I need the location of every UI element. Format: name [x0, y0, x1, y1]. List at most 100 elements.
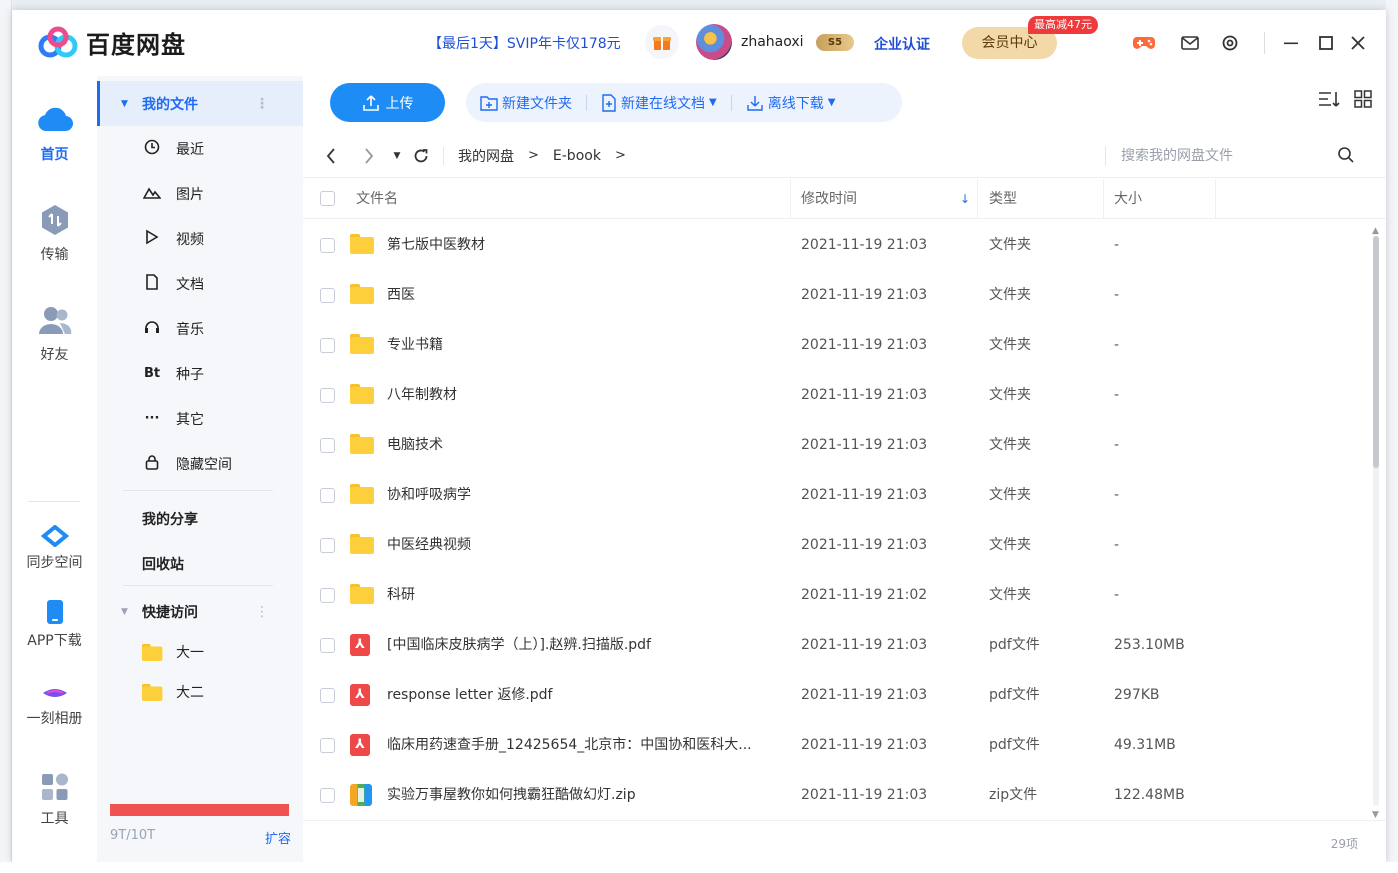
table-row[interactable]: ⅄ 临床用药速查手册_12425654_北京市：中国协和医科大... 2021-11…	[303, 720, 1368, 770]
caret-down-icon[interactable]: ▼	[121, 99, 128, 109]
settings-button[interactable]	[1218, 31, 1242, 55]
sort-desc-arrow-icon[interactable]: ↓	[960, 179, 970, 219]
more-vertical-icon[interactable]: ⋮	[255, 96, 269, 112]
gift-button[interactable]	[645, 25, 679, 59]
nav-item-app-download[interactable]: APP下载	[12, 598, 97, 650]
nav-item-home[interactable]: 首页	[12, 102, 97, 164]
nav-item-sync-space[interactable]: 同步空间	[12, 524, 97, 572]
sidebar-item-videos[interactable]: 视频	[97, 216, 303, 261]
back-button[interactable]	[321, 146, 341, 166]
sidebar-item-hidden-space[interactable]: 隐藏空间	[97, 441, 303, 486]
sidebar-item-recent[interactable]: 最近	[97, 126, 303, 171]
table-row[interactable]: 专业书籍 2021-11-19 21:03 文件夹 -	[303, 320, 1368, 370]
more-vertical-icon[interactable]: ⋮	[255, 604, 269, 620]
nav-item-transfer[interactable]: 传输	[12, 202, 97, 264]
sidebar-item-music[interactable]: 音乐	[97, 306, 303, 351]
scroll-up-arrow-icon[interactable]: ▲	[1372, 226, 1379, 236]
svip-promo-link[interactable]: 【最后1天】SVIP年卡仅178元	[428, 33, 621, 53]
row-checkbox[interactable]	[320, 588, 335, 603]
scroll-track[interactable]	[1373, 236, 1379, 806]
select-all-checkbox[interactable]	[320, 191, 335, 206]
grid-view-icon[interactable]	[1354, 90, 1372, 112]
table-row[interactable]: 电脑技术 2021-11-19 21:03 文件夹 -	[303, 420, 1368, 470]
file-size: -	[1114, 437, 1120, 453]
table-row[interactable]: 实验万事屋教你如何拽霸狂酷做幻灯.zip 2021-11-19 21:03 zip文…	[303, 770, 1368, 820]
column-header-name[interactable]: 文件名	[356, 179, 398, 219]
game-button[interactable]	[1132, 31, 1156, 55]
row-checkbox[interactable]	[320, 738, 335, 753]
file-name[interactable]: 电脑技术	[387, 420, 787, 470]
upload-button[interactable]: 上传	[330, 83, 445, 122]
search-icon[interactable]	[1337, 146, 1355, 168]
file-name[interactable]: 临床用药速查手册_12425654_北京市：中国协和医科大...	[387, 720, 787, 770]
file-name[interactable]: 专业书籍	[387, 320, 787, 370]
sidebar-item-quick-access[interactable]: ▼ 快捷访问 ⋮	[97, 589, 303, 634]
nav-item-label: 工具	[40, 811, 69, 827]
search-input[interactable]	[1121, 142, 1331, 170]
nav-item-album[interactable]: 一刻相册	[12, 682, 97, 728]
file-name[interactable]: 协和呼吸病学	[387, 470, 787, 520]
row-checkbox[interactable]	[320, 688, 335, 703]
file-name[interactable]: response letter 返修.pdf	[387, 670, 787, 720]
row-checkbox[interactable]	[320, 438, 335, 453]
row-checkbox[interactable]	[320, 488, 335, 503]
row-checkbox[interactable]	[320, 638, 335, 653]
mail-button[interactable]	[1178, 31, 1202, 55]
table-row[interactable]: ⅄ [中国临床皮肤病学（上）].赵辨.扫描版.pdf 2021-11-19 21:0…	[303, 620, 1368, 670]
file-name[interactable]: 科研	[387, 570, 787, 620]
refresh-button[interactable]	[411, 146, 431, 166]
column-header-type[interactable]: 类型	[989, 179, 1017, 219]
column-header-modified[interactable]: 修改时间	[801, 179, 857, 219]
row-checkbox[interactable]	[320, 288, 335, 303]
table-row[interactable]: ⅄ response letter 返修.pdf 2021-11-19 21:03 p…	[303, 670, 1368, 720]
forward-button[interactable]	[359, 146, 379, 166]
row-checkbox[interactable]	[320, 788, 335, 803]
table-row[interactable]: 协和呼吸病学 2021-11-19 21:03 文件夹 -	[303, 470, 1368, 520]
table-row[interactable]: 八年制教材 2021-11-19 21:03 文件夹 -	[303, 370, 1368, 420]
sidebar-item-documents[interactable]: 文档	[97, 261, 303, 306]
enterprise-verify-link[interactable]: 企业认证	[874, 34, 930, 54]
sidebar-item-recycle-bin[interactable]: 回收站	[97, 541, 303, 586]
scroll-thumb[interactable]	[1373, 236, 1379, 468]
close-button[interactable]	[1346, 31, 1370, 55]
breadcrumb-item[interactable]: 我的网盘	[458, 146, 514, 166]
table-row[interactable]: 科研 2021-11-19 21:02 文件夹 -	[303, 570, 1368, 620]
column-header-size[interactable]: 大小	[1114, 179, 1142, 219]
user-avatar[interactable]	[696, 24, 732, 60]
table-row[interactable]: 第七版中医教材 2021-11-19 21:03 文件夹 -	[303, 220, 1368, 270]
sidebar-item-my-files[interactable]: ▼ 我的文件 ⋮	[97, 81, 303, 126]
table-row[interactable]: 中医经典视频 2021-11-19 21:03 文件夹 -	[303, 520, 1368, 570]
row-checkbox[interactable]	[320, 338, 335, 353]
caret-down-icon[interactable]: ▼	[121, 607, 128, 617]
table-row[interactable]: 西医 2021-11-19 21:03 文件夹 -	[303, 270, 1368, 320]
file-name[interactable]: 中医经典视频	[387, 520, 787, 570]
scroll-down-arrow-icon[interactable]: ▼	[1372, 810, 1379, 820]
sidebar-item-torrents[interactable]: Bt 种子	[97, 351, 303, 396]
file-name[interactable]: 第七版中医教材	[387, 220, 787, 270]
file-name[interactable]: 实验万事屋教你如何拽霸狂酷做幻灯.zip	[387, 770, 787, 820]
new-online-doc-button[interactable]: 新建在线文档 ▼	[587, 83, 731, 122]
nav-item-tools[interactable]: 工具	[12, 772, 97, 828]
expand-storage-link[interactable]: 扩容	[265, 828, 291, 847]
sidebar-item-images[interactable]: 图片	[97, 171, 303, 216]
file-name[interactable]: 西医	[387, 270, 787, 320]
offline-download-button[interactable]: 离线下载 ▼	[732, 83, 850, 122]
minimize-button[interactable]	[1279, 31, 1303, 55]
history-dropdown[interactable]: ▼	[387, 146, 407, 166]
row-checkbox[interactable]	[320, 388, 335, 403]
sidebar-item-my-share[interactable]: 我的分享	[97, 496, 303, 541]
row-checkbox[interactable]	[320, 538, 335, 553]
maximize-button[interactable]	[1314, 31, 1338, 55]
new-folder-button[interactable]: 新建文件夹	[466, 83, 586, 122]
breadcrumb-item[interactable]: E-book	[553, 148, 601, 164]
sidebar-item-others[interactable]: ··· 其它	[97, 396, 303, 441]
file-name[interactable]: [中国临床皮肤病学（上）].赵辨.扫描版.pdf	[387, 620, 787, 670]
row-checkbox[interactable]	[320, 238, 335, 253]
quick-access-item-year2[interactable]: 大二	[97, 669, 303, 714]
file-list-scrollbar[interactable]: ▲ ▼	[1369, 220, 1383, 820]
quick-access-item-year1[interactable]: 大一	[97, 629, 303, 674]
nav-item-friends[interactable]: 好友	[12, 302, 97, 364]
sort-icon[interactable]	[1318, 90, 1340, 112]
file-name[interactable]: 八年制教材	[387, 370, 787, 420]
username[interactable]: zhahaoxi	[741, 34, 804, 50]
